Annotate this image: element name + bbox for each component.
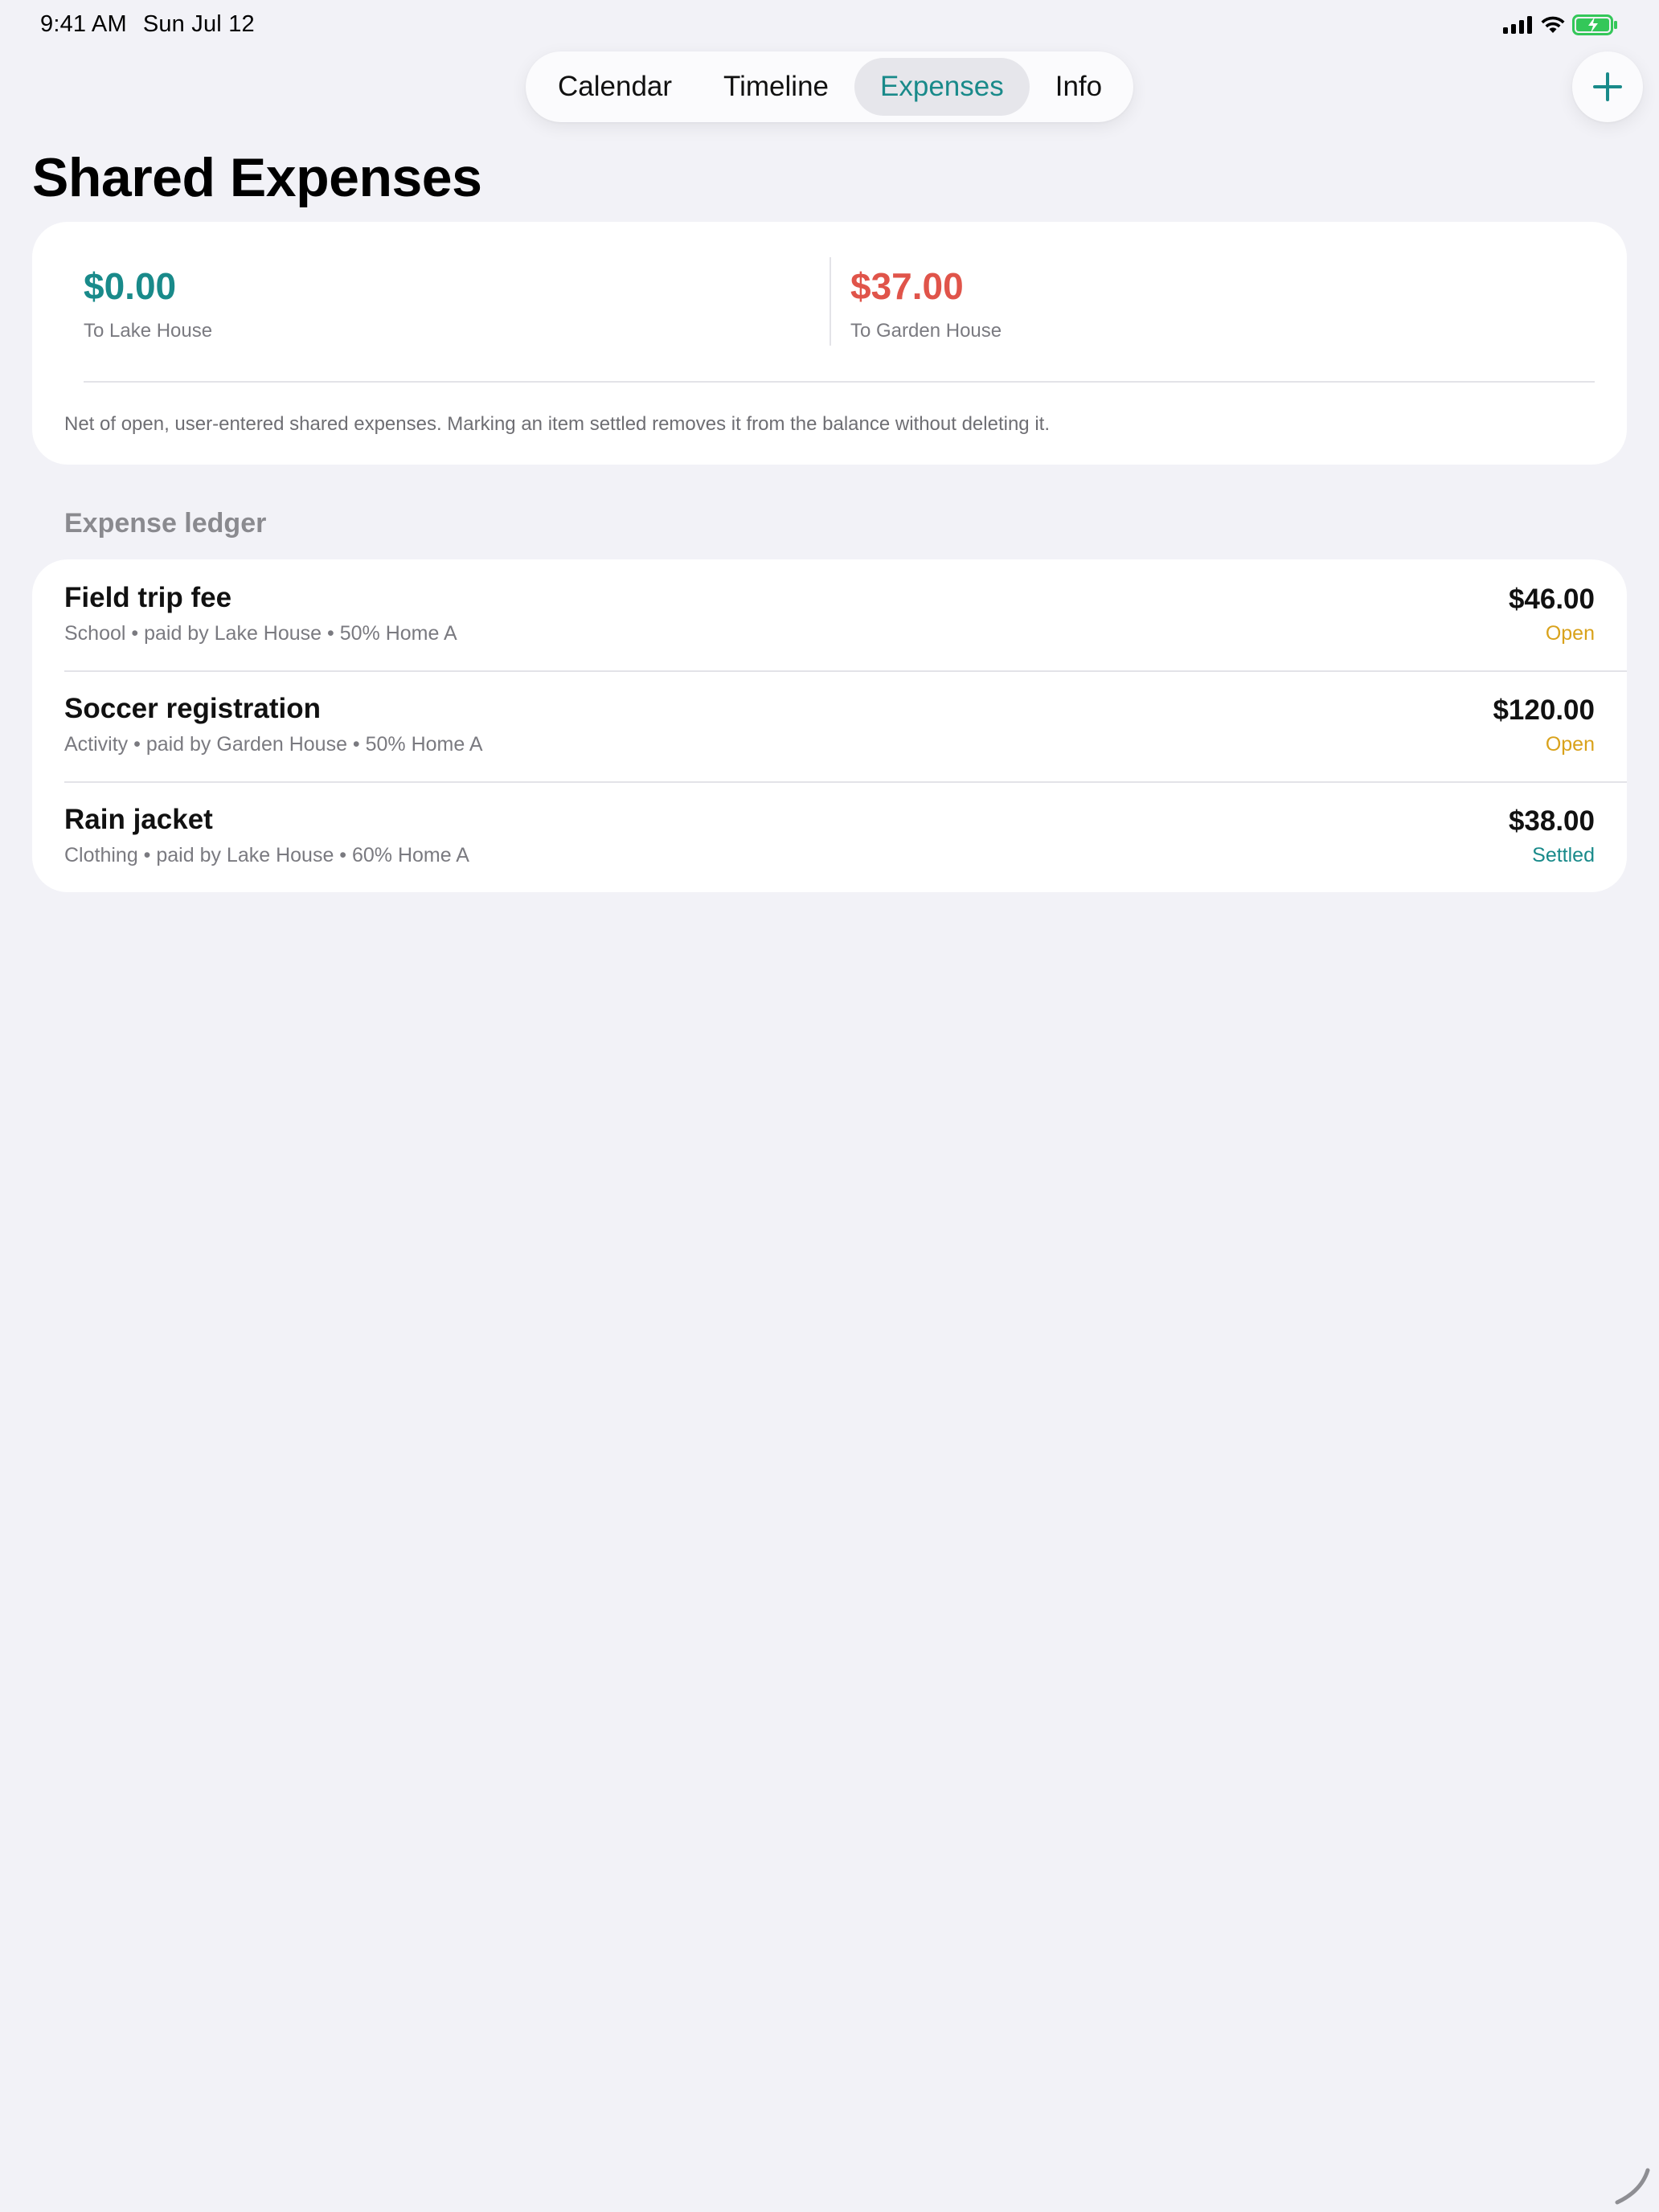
balance-amount-garden-house: $37.00 (850, 265, 964, 307)
balance-note: Net of open, user-entered shared expense… (64, 413, 1050, 435)
expense-subtitle: Activity • paid by Garden House • 50% Ho… (64, 733, 483, 756)
tab-calendar[interactable]: Calendar (532, 58, 698, 116)
expense-amount: $120.00 (1493, 694, 1595, 726)
ledger-row-field-trip-fee[interactable]: Field trip fee School • paid by Lake Hou… (32, 559, 1627, 670)
expense-amount: $38.00 (1508, 805, 1595, 837)
balance-label-garden-house: To Garden House (850, 320, 1002, 342)
battery-charging-icon (1572, 14, 1617, 35)
add-expense-button[interactable] (1572, 51, 1643, 122)
balance-garden-house: $37.00 To Garden House (850, 264, 1002, 342)
expense-title: Soccer registration (64, 693, 321, 724)
expense-title: Rain jacket (64, 804, 213, 835)
tab-info[interactable]: Info (1030, 58, 1128, 116)
page-title: Shared Expenses (32, 147, 482, 208)
status-date: Sun Jul 12 (142, 11, 255, 37)
balance-lake-house: $0.00 To Lake House (84, 264, 212, 342)
tab-timeline[interactable]: Timeline (698, 58, 854, 116)
plus-icon (1593, 72, 1622, 101)
ledger-row-rain-jacket[interactable]: Rain jacket Clothing • paid by Lake Hous… (32, 781, 1627, 892)
expense-status: Open (1545, 733, 1595, 756)
balance-card: $0.00 To Lake House $37.00 To Garden Hou… (32, 222, 1627, 465)
expense-status: Settled (1532, 844, 1595, 866)
status-clock: 9:41 AM (40, 11, 127, 37)
balance-separator (84, 381, 1595, 383)
status-bar: 9:41 AM Sun Jul 12 (0, 0, 1659, 51)
status-icons (1503, 14, 1619, 35)
tab-bar: Calendar Timeline Expenses Info (526, 51, 1133, 122)
expense-amount: $46.00 (1508, 584, 1595, 615)
expense-subtitle: Clothing • paid by Lake House • 60% Home… (64, 844, 469, 866)
expense-subtitle: School • paid by Lake House • 50% Home A (64, 622, 457, 645)
expense-ledger-list: Field trip fee School • paid by Lake Hou… (32, 559, 1627, 892)
balance-label-lake-house: To Lake House (84, 320, 213, 342)
tab-expenses[interactable]: Expenses (854, 58, 1030, 116)
status-time: 9:41 AM Sun Jul 12 (40, 11, 271, 38)
balance-divider (830, 257, 831, 346)
balance-amount-lake-house: $0.00 (84, 265, 177, 307)
ledger-row-soccer-registration[interactable]: Soccer registration Activity • paid by G… (32, 670, 1627, 781)
expense-status: Open (1545, 622, 1595, 645)
cellular-signal-icon (1503, 16, 1532, 34)
section-header-expense-ledger: Expense ledger (64, 508, 267, 539)
expense-title: Field trip fee (64, 582, 232, 613)
window-resize-corner-icon[interactable] (1612, 2167, 1651, 2206)
wifi-icon (1541, 16, 1565, 33)
